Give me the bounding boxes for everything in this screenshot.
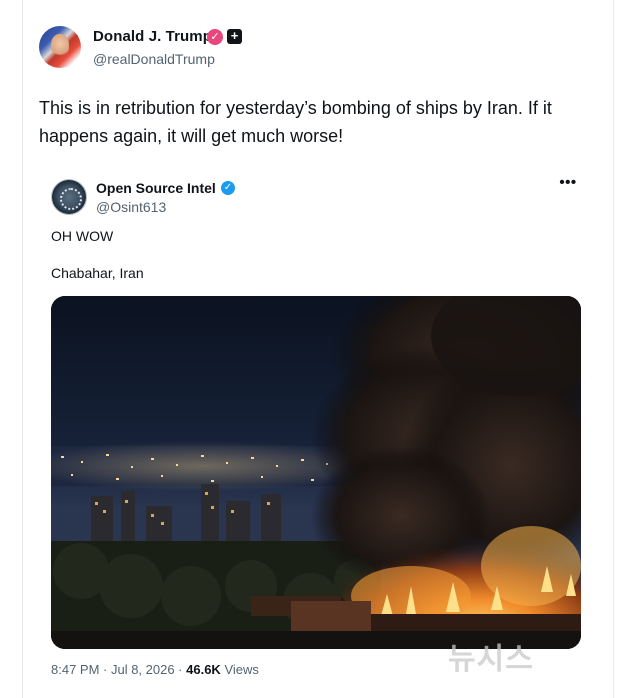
more-options-icon[interactable]: ••• [558,175,578,194]
post-meta: 8:47 PM · Jul 8, 2026 · 46.6K Views [51,662,259,677]
author-handle[interactable]: @realDonaldTrump [93,51,215,67]
post-image[interactable] [51,296,581,649]
quote-author-handle[interactable]: @Osint613 [96,199,166,215]
quote-location-text: Chabahar, Iran [51,265,144,281]
fire-city-photo [51,296,581,649]
quoted-post[interactable]: Open Source Intel ✓ @Osint613 ••• OH WOW… [38,172,596,698]
quote-author-name[interactable]: Open Source Intel [96,180,216,196]
author-name[interactable]: Donald J. Trump [93,28,212,45]
author-avatar[interactable] [39,26,81,68]
views-label: Views [220,662,259,677]
newsis-watermark: 뉴시스 [448,643,534,676]
views-count: 46.6K [186,662,221,677]
quote-avatar[interactable] [51,179,87,215]
quote-verified-badge-icon: ✓ [221,181,235,195]
verified-badge-icon: ✓ [207,29,223,45]
affiliate-badge-icon: + [227,29,242,44]
post-text: This is in retribution for yesterday’s b… [39,98,552,146]
quote-text-line: OH WOW [51,228,114,244]
post-timestamp[interactable]: 8:47 PM · Jul 8, 2026 · [51,662,186,677]
